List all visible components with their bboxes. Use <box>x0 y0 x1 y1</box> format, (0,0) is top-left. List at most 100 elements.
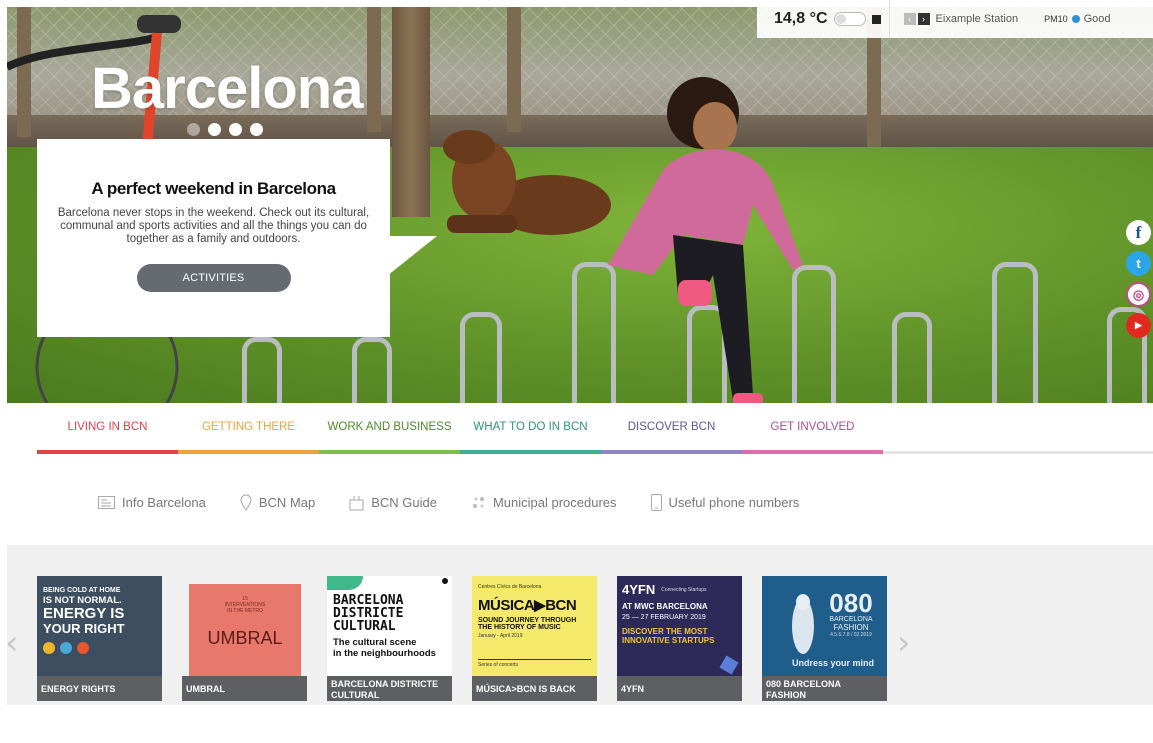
card-080-fashion[interactable]: 080 BARCELONA FASHION 4.5.6.7.8 / 02.201… <box>762 576 887 701</box>
card-caption: 4YFN <box>617 676 742 701</box>
tree-trunk <box>392 7 430 217</box>
carousel-dot[interactable] <box>250 123 263 136</box>
main-nav: LIVING IN BCN GETTING THERE WORK AND BUS… <box>37 403 1153 454</box>
fence-post <box>507 7 521 132</box>
carousel-dots <box>187 123 263 136</box>
quick-link-label: BCN Map <box>258 495 316 510</box>
umbral-poster: 15 INTERVENTIONS IN THE METRO UMBRAL <box>189 584 301 676</box>
nav-label: WHAT TO DO IN BCN <box>473 421 588 433</box>
card-art: 4YFN Connecting Startups AT MWC BARCELON… <box>617 576 742 676</box>
bike-rack <box>460 312 502 403</box>
card-art-text: The cultural scene <box>333 637 417 648</box>
carousel-dot[interactable] <box>208 123 221 136</box>
card-energy-rights[interactable]: BEING COLD AT HOME IS NOT NORMAL. ENERGY… <box>37 576 162 701</box>
water-icon <box>60 642 72 654</box>
card-4yfn[interactable]: 4YFN Connecting Startups AT MWC BARCELON… <box>617 576 742 701</box>
quick-link-label: Useful phone numbers <box>668 495 800 510</box>
nav-living-in-bcn[interactable]: LIVING IN BCN <box>37 403 178 454</box>
nav-getting-there[interactable]: GETTING THERE <box>178 403 319 454</box>
quick-link-info-barcelona[interactable]: Info Barcelona <box>98 495 206 510</box>
quick-links: Info Barcelona BCN Map BCN Guide Municip… <box>98 494 833 511</box>
hero-title: Barcelona <box>91 56 363 121</box>
carousel-dot[interactable] <box>229 123 242 136</box>
quick-link-label: Info Barcelona <box>122 495 206 510</box>
card-caption: BARCELONA DISTRICTE CULTURAL <box>327 676 452 701</box>
nav-label: WORK AND BUSINESS <box>327 421 452 433</box>
card-art-text: 25 — 27 FEBRUARY 2019 <box>622 614 706 621</box>
quick-link-useful-phone-numbers[interactable]: Useful phone numbers <box>650 494 800 511</box>
card-art: BEING COLD AT HOME IS NOT NORMAL. ENERGY… <box>37 576 162 676</box>
next-arrow-icon[interactable]: › <box>897 623 911 663</box>
activities-button[interactable]: ACTIVITIES <box>136 264 291 292</box>
green-shape <box>327 576 363 590</box>
bike-rack <box>992 262 1038 403</box>
nav-work-and-business[interactable]: WORK AND BUSINESS <box>319 403 460 454</box>
nav-label: DISCOVER BCN <box>627 421 716 433</box>
nav-what-to-do[interactable]: WHAT TO DO IN BCN <box>460 403 601 454</box>
air-quality-dot <box>1071 15 1080 23</box>
card-art-text: SOUND JOURNEY THROUGH <box>478 617 577 624</box>
card-caption: ENERGY RIGHTS <box>37 676 162 701</box>
card-art-text: ENERGY IS <box>43 605 125 622</box>
prev-arrow-icon[interactable]: ‹ <box>5 623 19 663</box>
card-art-text: UMBRAL <box>207 628 283 648</box>
electricity-icon <box>43 642 55 654</box>
card-art-text: BARCELONA <box>829 616 873 623</box>
phone-icon <box>650 494 662 511</box>
card-musica-bcn[interactable]: Centres Cívics de Barcelona MÚSICA▶BCN S… <box>472 576 597 701</box>
card-art-text: CULTURAL <box>333 619 396 634</box>
temperature: 14,8 °C <box>774 10 828 27</box>
bike-rack <box>242 337 282 403</box>
card-art-text: THE HISTORY OF MUSIC <box>478 624 561 631</box>
station-name: Eixample Station <box>935 13 1019 25</box>
card-art: 15 INTERVENTIONS IN THE METRO UMBRAL <box>182 576 307 676</box>
qr-icon[interactable] <box>871 14 881 24</box>
quick-link-label: BCN Guide <box>371 495 437 510</box>
card-art-text: FASHION <box>833 623 869 632</box>
youtube-icon[interactable]: ▶ <box>1126 313 1151 338</box>
nav-get-involved[interactable]: GET INVOLVED <box>742 403 883 454</box>
4yfn-logo: 4YFN Connecting Startups <box>622 582 737 597</box>
card-art-text: INNOVATIVE STARTUPS <box>622 636 715 645</box>
next-station-icon[interactable]: › <box>917 13 930 25</box>
gas-icon <box>77 642 89 654</box>
quick-link-label: Municipal procedures <box>492 495 617 510</box>
bike-rack <box>352 337 392 403</box>
promo-heading: A perfect weekend in Barcelona <box>91 179 336 198</box>
card-districte-cultural[interactable]: BARCELONA DISTRICTE CULTURAL The cultura… <box>327 576 452 701</box>
carousel-dot[interactable] <box>187 123 200 136</box>
card-art-text: DISCOVER THE MOST <box>622 627 708 636</box>
card-umbral[interactable]: 15 INTERVENTIONS IN THE METRO UMBRAL UMB… <box>182 576 307 701</box>
quick-link-municipal-procedures[interactable]: Municipal procedures <box>471 495 617 510</box>
prev-station-icon[interactable]: ‹ <box>903 13 916 25</box>
fence-post <box>367 7 381 132</box>
nav-rule <box>883 403 1153 454</box>
nav-label: LIVING IN BCN <box>67 421 148 433</box>
quick-link-bcn-guide[interactable]: BCN Guide <box>349 495 437 511</box>
card-art-text: in the neighbourhoods <box>333 648 436 659</box>
card-art: BARCELONA DISTRICTE CULTURAL The cultura… <box>327 576 452 676</box>
pm-label: PM10 <box>1044 14 1068 24</box>
station-arrows: ‹ › <box>903 13 930 25</box>
card-caption: MÚSICA>BCN IS BACK <box>472 676 597 701</box>
weather-bar: 14,8 °C ‹ › Eixample Station PM10 Good <box>757 0 1153 38</box>
card-art-text: 4YFN <box>622 582 656 597</box>
card-art-text: IN THE METRO <box>227 608 263 614</box>
bike-rack <box>892 312 932 403</box>
twitter-icon[interactable]: t <box>1126 251 1151 276</box>
energy-icons <box>43 642 156 654</box>
weather-toggle[interactable] <box>833 12 866 26</box>
card-art-text: BEING COLD AT HOME <box>43 587 121 594</box>
black-dot <box>442 578 448 584</box>
social-links: f t ◎ ▶ <box>1126 220 1151 338</box>
instagram-icon[interactable]: ◎ <box>1126 282 1151 307</box>
card-art-text: Series of concerts <box>478 659 591 668</box>
nav-discover-bcn[interactable]: DISCOVER BCN <box>601 403 742 454</box>
nav-label: GETTING THERE <box>201 421 296 433</box>
quick-link-bcn-map[interactable]: BCN Map <box>240 494 315 511</box>
card-art-text: Centres Cívics de Barcelona <box>478 584 542 590</box>
card-art-text: MÚSICA▶BCN <box>478 597 577 614</box>
child-image <box>608 77 803 403</box>
facebook-icon[interactable]: f <box>1126 220 1151 245</box>
nav-label: GET INVOLVED <box>770 421 855 433</box>
